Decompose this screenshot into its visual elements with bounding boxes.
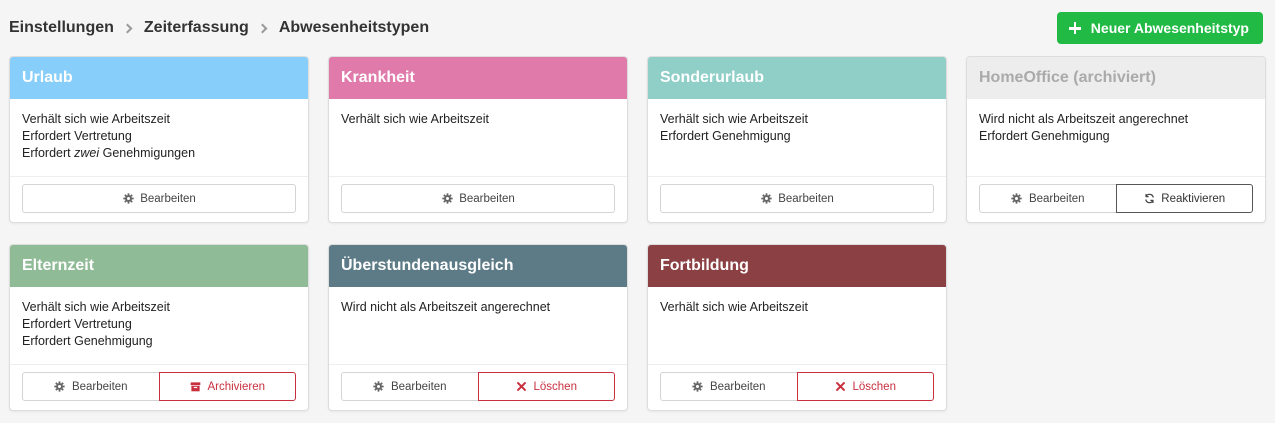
card-line: Verhält sich wie Arbeitszeit — [22, 112, 170, 126]
card-line: Wird nicht als Arbeitszeit angerechnet — [979, 112, 1189, 126]
card-header: Elternzeit — [10, 245, 308, 287]
card-footer: Bearbeiten Löschen — [341, 372, 615, 401]
close-icon — [835, 381, 847, 393]
card-body: Wird nicht als Arbeitszeit angerechnet — [329, 287, 627, 365]
card-footer: Bearbeiten — [341, 184, 615, 213]
edit-button[interactable]: Bearbeiten — [660, 184, 934, 213]
card-line: Verhält sich wie Arbeitszeit — [660, 112, 808, 126]
card-line: Wird nicht als Arbeitszeit angerechnet — [341, 300, 551, 314]
card-body: Wird nicht als Arbeitszeit angerechnet E… — [967, 99, 1265, 177]
edit-button[interactable]: Bearbeiten — [660, 372, 798, 401]
card-header: Fortbildung — [648, 245, 946, 287]
reactivate-button-label: Reaktivieren — [1161, 192, 1226, 205]
card-header: Urlaub — [10, 57, 308, 99]
card-footer: Bearbeiten — [660, 184, 934, 213]
edit-button-label: Bearbeiten — [390, 380, 447, 393]
close-icon — [516, 381, 528, 393]
card-title: Urlaub — [22, 69, 73, 86]
card-fortbildung: Fortbildung Verhält sich wie Arbeitszeit… — [647, 244, 947, 411]
archive-box-icon — [189, 381, 201, 393]
card-line: Erfordert Genehmigung — [979, 129, 1110, 143]
gear-icon — [692, 381, 704, 393]
edit-button[interactable]: Bearbeiten — [22, 184, 296, 213]
delete-button[interactable]: Löschen — [477, 372, 615, 401]
edit-button[interactable]: Bearbeiten — [341, 372, 479, 401]
archive-button[interactable]: Archivieren — [158, 372, 296, 401]
card-body: Verhält sich wie Arbeitszeit Erfordert V… — [10, 287, 308, 365]
card-footer: Bearbeiten Reaktivieren — [979, 184, 1253, 213]
delete-button[interactable]: Löschen — [796, 372, 934, 401]
add-absence-type-label: Neuer Abwesenheitstyp — [1090, 20, 1249, 36]
card-body: Verhält sich wie Arbeitszeit — [329, 99, 627, 177]
chevron-right-icon — [257, 23, 268, 33]
card-line: Erfordert Vertretung — [22, 129, 132, 143]
card-title: Fortbildung — [660, 257, 749, 274]
archive-button-label: Archivieren — [207, 380, 266, 393]
edit-button-label: Bearbeiten — [778, 192, 834, 205]
breadcrumb-item-zeiterfassung[interactable]: Zeiterfassung — [144, 19, 249, 37]
card-line: Erfordert zwei Genehmigungen — [22, 146, 196, 160]
gear-icon — [1011, 193, 1023, 205]
card-sonderurlaub: Sonderurlaub Verhält sich wie Arbeitszei… — [647, 56, 947, 223]
edit-button[interactable]: Bearbeiten — [341, 184, 615, 213]
card-line: Verhält sich wie Arbeitszeit — [660, 300, 808, 314]
card-footer: Bearbeiten Archivieren — [22, 372, 296, 401]
card-title: Krankheit — [341, 69, 415, 86]
plus-icon — [1068, 22, 1081, 34]
card-body: Verhält sich wie Arbeitszeit — [648, 287, 946, 365]
card-homeoffice: HomeOffice (archiviert) Wird nicht als A… — [966, 56, 1266, 223]
delete-button-label: Löschen — [533, 380, 577, 393]
card-body: Verhält sich wie Arbeitszeit Erfordert V… — [10, 99, 308, 177]
chevron-right-icon — [122, 23, 133, 33]
card-line: Erfordert Genehmigung — [660, 129, 791, 143]
reactivate-button[interactable]: Reaktivieren — [1115, 184, 1253, 213]
edit-button-label: Bearbeiten — [1028, 192, 1085, 205]
edit-button[interactable]: Bearbeiten — [979, 184, 1117, 213]
card-header: HomeOffice (archiviert) — [967, 57, 1265, 99]
edit-button-label: Bearbeiten — [71, 380, 128, 393]
card-line: Verhält sich wie Arbeitszeit — [22, 300, 170, 314]
edit-button-label: Bearbeiten — [459, 192, 515, 205]
absence-type-grid: Urlaub Verhält sich wie Arbeitszeit Erfo… — [9, 56, 1266, 411]
add-absence-type-button[interactable]: Neuer Abwesenheitstyp — [1056, 12, 1263, 44]
gear-icon — [122, 193, 134, 205]
edit-button-label: Bearbeiten — [140, 192, 196, 205]
gear-icon — [54, 381, 66, 393]
top-bar: Einstellungen Zeiterfassung Abwesenheits… — [9, 12, 1263, 44]
card-title: Sonderurlaub — [660, 69, 765, 86]
card-body: Verhält sich wie Arbeitszeit Erfordert G… — [648, 99, 946, 177]
card-line: Erfordert Vertretung — [22, 317, 132, 331]
delete-button-label: Löschen — [852, 380, 896, 393]
breadcrumb: Einstellungen Zeiterfassung Abwesenheits… — [9, 19, 429, 37]
card-footer: Bearbeiten — [22, 184, 296, 213]
breadcrumb-item-einstellungen[interactable]: Einstellungen — [9, 19, 114, 37]
card-title: Elternzeit — [22, 257, 95, 274]
edit-button[interactable]: Bearbeiten — [22, 372, 160, 401]
breadcrumb-item-abwesenheitstypen: Abwesenheitstypen — [278, 19, 430, 36]
card-header: Krankheit — [329, 57, 627, 99]
card-header: Überstundenausgleich — [329, 245, 627, 287]
gear-icon — [760, 193, 772, 205]
card-title: Überstundenausgleich — [341, 257, 514, 274]
card-title: HomeOffice (archiviert) — [979, 69, 1156, 86]
edit-button-label: Bearbeiten — [709, 380, 766, 393]
gear-icon — [441, 193, 453, 205]
card-ueberstundenausgleich: Überstundenausgleich Wird nicht als Arbe… — [328, 244, 628, 411]
gear-icon — [373, 381, 385, 393]
card-krankheit: Krankheit Verhält sich wie Arbeitszeit B… — [328, 56, 628, 223]
card-elternzeit: Elternzeit Verhält sich wie Arbeitszeit … — [9, 244, 309, 411]
card-header: Sonderurlaub — [648, 57, 946, 99]
card-line: Verhält sich wie Arbeitszeit — [341, 112, 489, 126]
card-urlaub: Urlaub Verhält sich wie Arbeitszeit Erfo… — [9, 56, 309, 223]
refresh-icon — [1143, 193, 1155, 205]
card-footer: Bearbeiten Löschen — [660, 372, 934, 401]
card-line: Erfordert Genehmigung — [22, 334, 153, 348]
